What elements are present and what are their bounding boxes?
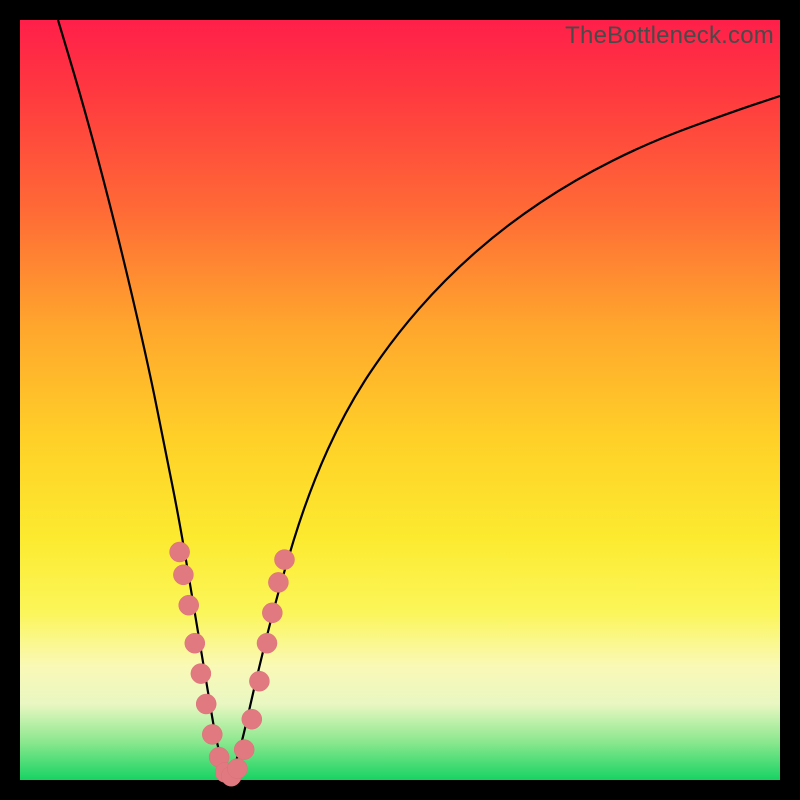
curve-marker <box>191 664 211 684</box>
curve-marker <box>234 740 254 760</box>
curve-marker <box>262 603 282 623</box>
curve-marker <box>185 633 205 653</box>
chart-frame: TheBottleneck.com <box>20 20 780 780</box>
curve-marker <box>227 759 247 779</box>
chart-svg <box>20 20 780 780</box>
curve-marker <box>274 550 294 570</box>
curve-marker <box>242 709 262 729</box>
curve-marker <box>173 565 193 585</box>
bottleneck-curve <box>58 20 780 772</box>
curve-marker <box>196 694 216 714</box>
curve-marker <box>249 671 269 691</box>
curve-markers <box>170 542 295 786</box>
curve-marker <box>202 724 222 744</box>
curve-marker <box>179 595 199 615</box>
curve-marker <box>268 572 288 592</box>
curve-marker <box>170 542 190 562</box>
curve-marker <box>257 633 277 653</box>
